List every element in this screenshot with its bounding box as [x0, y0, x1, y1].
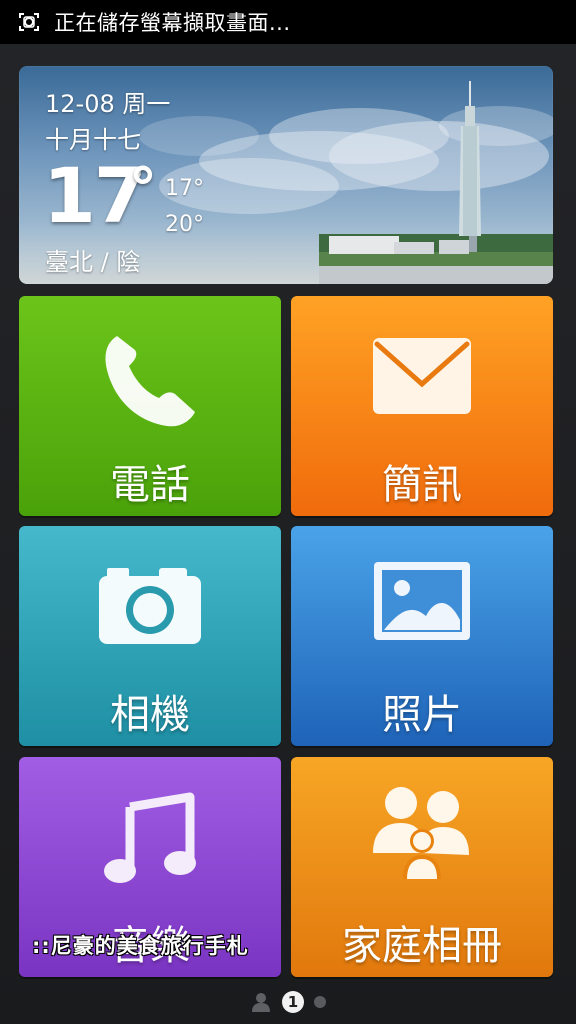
watermark-text: ::尼豪的美食旅行手札: [32, 934, 249, 958]
family-icon: [373, 787, 469, 879]
camera-icon: [99, 568, 201, 644]
degree-symbol: °: [129, 157, 157, 222]
phone-icon: [105, 336, 195, 427]
weather-date: 12-08 周一: [45, 90, 171, 118]
person-icon[interactable]: [250, 991, 272, 1013]
page-dot-active[interactable]: 1: [282, 991, 304, 1013]
tile-phone[interactable]: 電話: [19, 296, 281, 516]
low-temperature: 17°: [165, 176, 204, 201]
weather-widget[interactable]: 12-08 周一 十月十七 17 ° 17° 20° 臺北 / 陰: [19, 66, 553, 284]
weather-lunar-date: 十月十七: [45, 126, 141, 154]
page-dot[interactable]: [314, 996, 326, 1008]
tile-label: 簡訊: [382, 462, 462, 508]
tile-label: 家庭相冊: [342, 923, 502, 969]
screenshot-icon: [19, 13, 39, 31]
tile-sms[interactable]: 簡訊: [291, 296, 553, 516]
page-indicator[interactable]: 1: [0, 990, 576, 1014]
weather-location: 臺北 / 陰: [45, 248, 141, 276]
tile-camera[interactable]: 相機: [19, 526, 281, 746]
status-bar: 正在儲存螢幕擷取畫面...: [0, 0, 576, 44]
envelope-icon: [373, 338, 471, 414]
tile-label: 相機: [110, 692, 190, 738]
notification-text: 正在儲存螢幕擷取畫面...: [54, 11, 291, 35]
tile-photos[interactable]: 照片: [291, 526, 553, 746]
music-note-icon: [104, 792, 196, 883]
picture-icon: [374, 562, 470, 640]
launcher-screen: 12-08 周一 十月十七 17 ° 17° 20° 臺北 / 陰 電話 簡訊 …: [0, 44, 576, 1024]
tile-family-album[interactable]: 家庭相冊: [291, 757, 553, 977]
high-temperature: 20°: [165, 212, 204, 237]
tile-label: 照片: [382, 692, 462, 738]
tile-label: 電話: [110, 462, 190, 508]
